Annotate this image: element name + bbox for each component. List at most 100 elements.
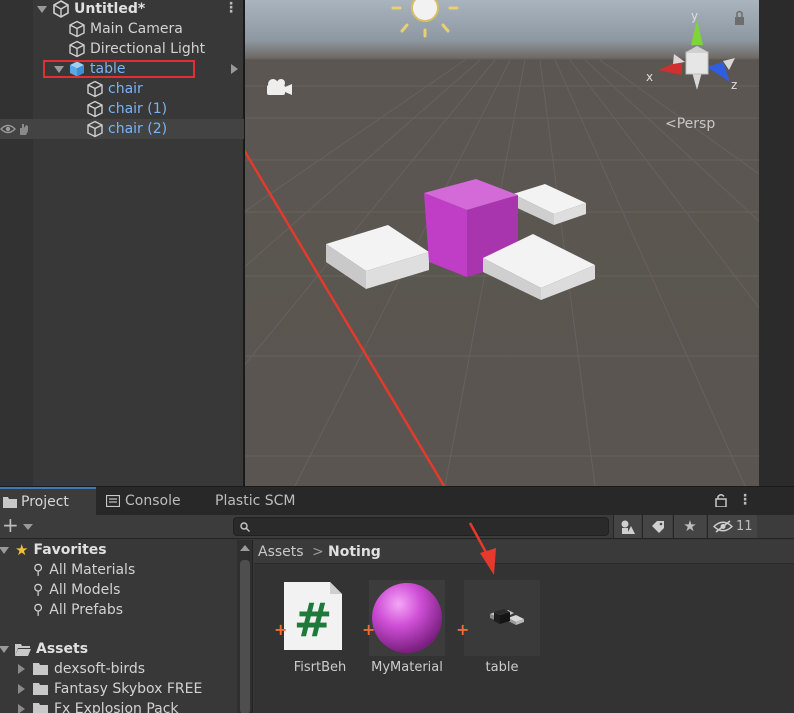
- scene-view[interactable]: y x z <Persp: [245, 0, 759, 486]
- tab-plastic-scm-label: Plastic SCM: [215, 493, 296, 509]
- hidden-packages-button[interactable]: 11: [707, 515, 757, 538]
- folder-icon: [33, 683, 48, 695]
- star-icon: ★: [683, 517, 697, 535]
- expand-arrow-icon[interactable]: [0, 546, 9, 554]
- create-button[interactable]: +: [2, 513, 34, 538]
- scene-canvas[interactable]: y x z: [245, 0, 759, 486]
- folder-open-icon: [15, 643, 31, 656]
- hierarchy-item-directional-light[interactable]: Directional Light: [0, 39, 244, 59]
- project-tab-bar: Project Console Plastic SCM ⋮: [0, 487, 794, 515]
- folder-item-fantasy-skybox-free[interactable]: Fantasy Skybox FREE: [18, 679, 202, 699]
- lock-icon[interactable]: [735, 10, 744, 26]
- panel-menu-icon[interactable]: ⋮: [738, 493, 752, 507]
- expand-arrow-icon[interactable]: [18, 664, 25, 674]
- open-prefab-arrow-icon[interactable]: [231, 64, 238, 74]
- expand-arrow-icon[interactable]: [0, 645, 9, 653]
- search-icon: ⚲: [33, 582, 44, 598]
- favorite-item-label: All Models: [49, 582, 121, 598]
- highlight-annotation-box: [43, 60, 195, 78]
- tab-project-label: Project: [21, 494, 69, 510]
- tab-console-label: Console: [125, 493, 181, 509]
- gameobject-cube-icon: [69, 20, 85, 38]
- pickable-hand-icon[interactable]: [17, 122, 31, 136]
- gizmo-x-label: x: [646, 70, 653, 84]
- project-toolbar: + ★ 11: [0, 513, 794, 539]
- gameobject-cube-icon: [87, 80, 103, 98]
- add-plus-icon: +: [274, 620, 288, 639]
- prefab-icon: [490, 609, 524, 625]
- hierarchy-scene-row[interactable]: Untitled* ⋮: [0, 0, 244, 19]
- folder-icon: [33, 703, 48, 713]
- hierarchy-item-label: chair: [108, 81, 143, 97]
- search-input[interactable]: [233, 517, 609, 536]
- folder-item-label: dexsoft-birds: [54, 661, 146, 677]
- shapes-filter-icon: [621, 520, 635, 534]
- favorite-item-all-models[interactable]: ⚲ All Models: [33, 580, 120, 600]
- star-icon: ★: [15, 541, 29, 559]
- console-icon: [106, 495, 120, 507]
- asset-thumbnail: #: [282, 580, 358, 656]
- plus-icon: +: [2, 513, 19, 537]
- visibility-eye-icon[interactable]: [0, 123, 16, 135]
- asset-mymaterial[interactable]: + MyMaterial: [359, 580, 449, 700]
- asset-table-prefab[interactable]: + table: [454, 580, 544, 700]
- favorites-label: Favorites: [33, 542, 107, 558]
- csharp-script-icon: #: [284, 582, 342, 650]
- hierarchy-item-chair[interactable]: chair: [0, 79, 244, 99]
- search-icon: ⚲: [33, 562, 44, 578]
- tab-console[interactable]: Console: [106, 487, 202, 515]
- breadcrumb-separator-icon: >: [312, 544, 324, 560]
- scrollbar-thumb[interactable]: [240, 560, 250, 713]
- asset-label: table: [485, 660, 519, 675]
- eye-slash-icon: [713, 520, 733, 533]
- folder-item-label: Fx Explosion Pack: [54, 701, 179, 713]
- chevron-down-icon: [23, 524, 33, 530]
- breadcrumb-current[interactable]: Noting: [328, 540, 381, 564]
- expand-arrow-icon[interactable]: [37, 6, 47, 13]
- unity-scene-icon: [53, 0, 69, 18]
- favorite-item-all-prefabs[interactable]: ⚲ All Prefabs: [33, 600, 123, 620]
- favorites-header[interactable]: ★ Favorites: [0, 540, 107, 560]
- favorite-item-all-materials[interactable]: ⚲ All Materials: [33, 560, 135, 580]
- breadcrumb: Assets > Noting: [254, 540, 794, 564]
- projection-toggle[interactable]: <Persp: [665, 116, 715, 132]
- hierarchy-panel: Untitled* ⋮ Main Camera Directional Ligh…: [0, 0, 244, 486]
- folder-item-dexsoft-birds[interactable]: dexsoft-birds: [18, 659, 145, 679]
- favorites-filter-button[interactable]: ★: [673, 515, 706, 538]
- add-plus-icon: +: [362, 620, 376, 639]
- chair-left-object[interactable]: [326, 225, 429, 289]
- hierarchy-item-label: Main Camera: [90, 21, 183, 37]
- add-plus-icon: +: [456, 620, 470, 639]
- hierarchy-item-chair-2[interactable]: chair (2): [0, 119, 244, 139]
- breadcrumb-assets[interactable]: Assets: [258, 540, 304, 564]
- folder-item-fx-explosion-pack[interactable]: Fx Explosion Pack: [18, 699, 179, 713]
- hierarchy-item-chair-1[interactable]: chair (1): [0, 99, 244, 119]
- tag-icon: [652, 521, 664, 533]
- scene-orientation-gizmo[interactable]: y x z: [646, 9, 744, 92]
- filter-by-type-button[interactable]: [613, 515, 641, 538]
- scroll-up-arrow-icon[interactable]: [240, 545, 250, 551]
- hierarchy-item-label: chair (1): [108, 101, 168, 117]
- tab-plastic-scm[interactable]: Plastic SCM: [215, 487, 325, 515]
- folder-tree-scrollbar[interactable]: [237, 540, 253, 713]
- hierarchy-item-main-camera[interactable]: Main Camera: [0, 19, 244, 39]
- hidden-count: 11: [736, 519, 753, 534]
- gameobject-cube-icon: [69, 40, 85, 58]
- expand-arrow-icon[interactable]: [18, 704, 25, 713]
- directional-light-sun-icon[interactable]: [391, 0, 459, 38]
- favorite-item-label: All Materials: [49, 562, 136, 578]
- filter-by-label-button[interactable]: [642, 515, 672, 538]
- asset-fisrtbeh[interactable]: # + FisrtBeh: [272, 580, 362, 700]
- camera-gizmo-icon[interactable]: [267, 79, 292, 95]
- tab-project[interactable]: Project: [0, 487, 96, 515]
- chair-back-object[interactable]: [513, 184, 586, 225]
- lock-icon[interactable]: [715, 493, 727, 507]
- assets-label: Assets: [36, 641, 89, 657]
- scene-menu-icon[interactable]: ⋮: [224, 1, 238, 15]
- gameobject-cube-icon: [87, 120, 103, 138]
- project-folder-tree: ★ Favorites ⚲ All Materials ⚲ All Models…: [0, 540, 237, 713]
- assets-header[interactable]: Assets: [0, 639, 88, 659]
- gizmo-y-label: y: [691, 9, 698, 23]
- expand-arrow-icon[interactable]: [18, 684, 25, 694]
- search-icon: [240, 522, 250, 532]
